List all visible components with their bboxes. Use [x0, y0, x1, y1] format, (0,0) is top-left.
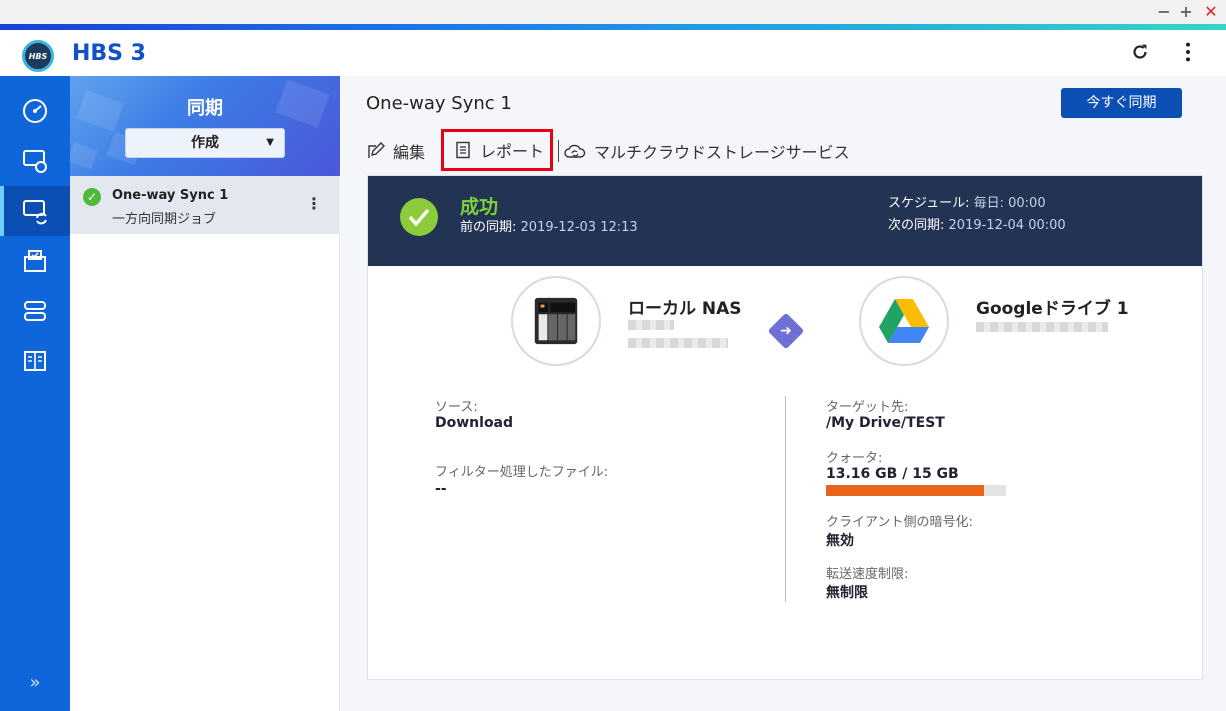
job-type: 一方向同期ジョブ [112, 212, 217, 227]
nav-rail: » [0, 76, 70, 711]
last-sync-label: 前の同期: [460, 220, 517, 235]
logs-icon [24, 351, 46, 371]
sync-job-panel: 同期 作成 ▼ ✓ One-way Sync 1 一方向同期ジョブ ⋮ [70, 76, 340, 711]
source-label: ソース: [435, 400, 478, 415]
job-status-card: 成功 前の同期: 2019-12-03 12:13 スケジュール: 毎日: 00… [367, 175, 1203, 680]
rail-item-backup-restore[interactable] [0, 136, 70, 186]
target-label: ターゲット先: [826, 400, 909, 415]
kebab-menu-icon[interactable] [1176, 41, 1200, 69]
report-button[interactable]: レポート [441, 129, 553, 171]
hbs-logo-icon: HBS [22, 40, 54, 72]
logo-text: HBS [28, 51, 48, 61]
next-sync-label: 次の同期: [888, 218, 945, 233]
toolbar-divider [558, 140, 559, 162]
expand-rail-icon[interactable]: » [0, 672, 70, 693]
arrow-right-glyph: ➜ [780, 323, 792, 339]
next-sync-value: 2019-12-04 00:00 [948, 218, 1066, 233]
quota-progress-bar [826, 485, 1006, 496]
quota-progress-fill [826, 485, 984, 496]
panel-title: 同期 [187, 98, 223, 119]
quota-total: 15 GB [912, 466, 959, 482]
multicloud-button[interactable]: マルチクラウドストレージサービス [564, 140, 850, 162]
job-list-icon [24, 250, 46, 272]
redacted-text [976, 322, 1108, 332]
rail-item-dashboard[interactable] [0, 86, 70, 136]
speed-limit-label: 転送速度制限: [826, 567, 909, 582]
last-sync-value: 2019-12-03 12:13 [520, 220, 638, 235]
multicloud-label: マルチクラウドストレージサービス [594, 143, 850, 162]
panel-header: 同期 作成 ▼ [70, 76, 340, 176]
destination-name: Googleドライブ 1 [976, 299, 1129, 319]
filter-label: フィルター処理したファイル: [435, 465, 609, 480]
quota-separator: / [897, 466, 913, 482]
success-icon [400, 198, 438, 236]
rail-item-storage[interactable] [0, 286, 70, 336]
source-name: ローカル NAS [628, 299, 742, 319]
sync-direction-arrow-icon: ➜ [767, 312, 805, 350]
quota-label: クォータ: [826, 451, 883, 466]
schedule: スケジュール: 毎日: 00:00 [888, 192, 1046, 211]
refresh-icon[interactable] [1128, 41, 1152, 69]
nas-device-icon [511, 276, 601, 366]
redacted-text [628, 338, 728, 348]
last-sync: 前の同期: 2019-12-03 12:13 [460, 216, 638, 235]
redacted-text [628, 320, 674, 330]
edit-icon [368, 142, 385, 158]
schedule-label: スケジュール: [888, 196, 970, 211]
report-icon [456, 141, 470, 159]
page-title: One-way Sync 1 [366, 93, 512, 114]
close-button[interactable]: ✕ [1201, 2, 1221, 22]
nas-icon-glyph [534, 297, 578, 345]
success-check-icon: ✓ [83, 188, 101, 206]
app-title: HBS 3 [72, 41, 146, 66]
storage-icon [24, 301, 46, 321]
encryption-label: クライアント側の暗号化: [826, 515, 973, 530]
source-value: Download [435, 415, 514, 431]
encryption-value: 無効 [826, 533, 854, 549]
window-titlebar: − + ✕ [0, 0, 1226, 24]
minimize-button[interactable]: − [1154, 2, 1174, 22]
kebab-icon-glyph [1185, 42, 1191, 62]
checkmark-icon [408, 208, 430, 227]
create-button[interactable]: 作成 ▼ [125, 128, 285, 158]
sync-now-button[interactable]: 今すぐ同期 [1061, 88, 1182, 118]
next-sync: 次の同期: 2019-12-04 00:00 [888, 214, 1066, 233]
header-decoration [70, 142, 98, 170]
filter-value: -- [435, 481, 447, 497]
edit-button[interactable]: 編集 [367, 140, 425, 162]
main-content: One-way Sync 1 今すぐ同期 編集 レポート マルチクラウドストレー… [341, 76, 1226, 711]
sync-job-item[interactable]: ✓ One-way Sync 1 一方向同期ジョブ ⋮ [70, 176, 340, 234]
backup-restore-icon [23, 150, 47, 173]
google-drive-glyph [879, 299, 929, 343]
refresh-icon-glyph [1133, 44, 1147, 59]
status-result: 成功 [460, 196, 499, 218]
details-divider [785, 396, 786, 602]
cloud-sync-icon [564, 144, 586, 158]
rail-item-logs[interactable] [0, 336, 70, 386]
edit-label: 編集 [393, 143, 426, 162]
schedule-value: 毎日: 00:00 [973, 196, 1046, 211]
quota-value: 13.16 GB / 15 GB [826, 466, 959, 482]
job-menu-icon[interactable]: ⋮ [306, 194, 322, 213]
quota-used: 13.16 GB [826, 466, 898, 482]
create-button-label: 作成 [191, 135, 219, 151]
google-drive-icon [859, 276, 949, 366]
dashboard-icon [23, 99, 47, 123]
job-name: One-way Sync 1 [112, 188, 229, 203]
target-value: /My Drive/TEST [826, 415, 945, 431]
rail-item-sync[interactable] [0, 186, 70, 236]
speed-limit-value: 無制限 [826, 585, 868, 601]
maximize-button[interactable]: + [1176, 2, 1196, 22]
status-banner: 成功 前の同期: 2019-12-03 12:13 スケジュール: 毎日: 00… [368, 176, 1202, 266]
report-label: レポート [480, 142, 545, 161]
sync-icon [23, 200, 47, 225]
caret-down-icon: ▼ [266, 137, 274, 148]
app-header: HBS HBS 3 [0, 30, 1226, 76]
rail-item-jobs[interactable] [0, 236, 70, 286]
